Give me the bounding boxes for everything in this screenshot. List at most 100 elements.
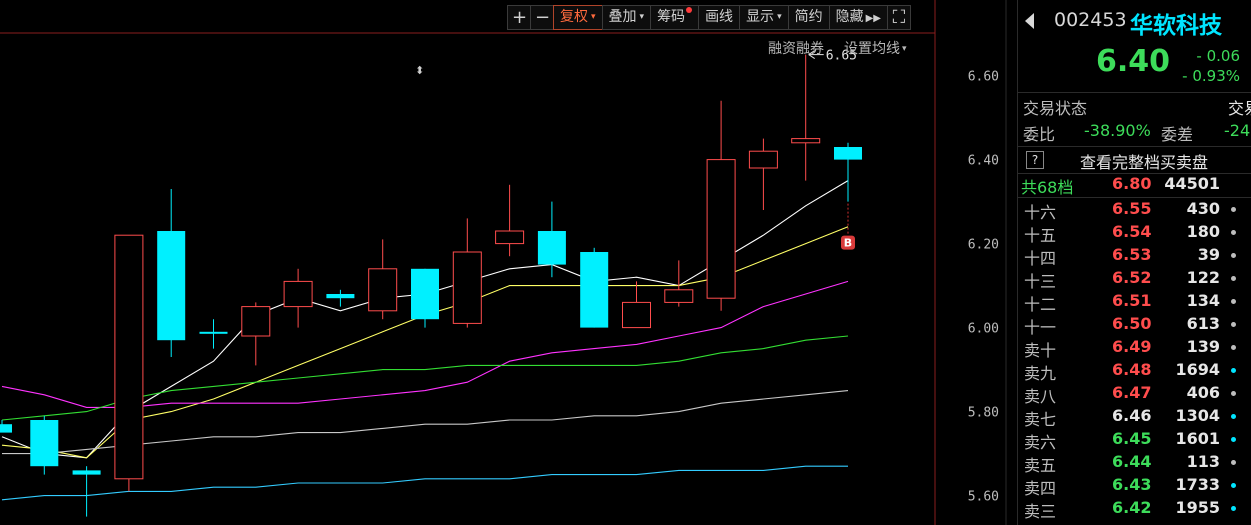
trade-status-value: 交易: [1228, 99, 1251, 118]
overlay-button[interactable]: 叠加 ▾: [601, 5, 652, 30]
order-level-row[interactable]: 十三 6.52 122: [1018, 267, 1251, 291]
order-diff-label: 委差: [1161, 125, 1194, 144]
margin-trading-link[interactable]: 融资融券: [768, 38, 824, 58]
candle-body: [199, 331, 228, 334]
simple-button[interactable]: 简约: [787, 5, 830, 30]
y-tick-label: 6.40: [968, 154, 999, 169]
level-volume: 1304: [1175, 406, 1220, 425]
level-dot-icon: [1231, 414, 1236, 419]
chevron-down-icon: ▾: [902, 44, 907, 54]
level-dot-icon: [1231, 506, 1236, 511]
adjust-button[interactable]: 复权 ▾: [553, 5, 603, 30]
help-icon[interactable]: ?: [1026, 151, 1044, 169]
chevron-down-icon: ▾: [777, 12, 782, 22]
level-volume: 1694: [1175, 360, 1220, 379]
display-button[interactable]: 显示 ▾: [739, 5, 789, 30]
order-level-row[interactable]: 卖十 6.49 139: [1018, 336, 1251, 360]
level-volume: 113: [1186, 452, 1220, 471]
level-price: 6.47: [1112, 383, 1152, 402]
y-tick-label: 5.60: [968, 490, 999, 505]
order-ratio-value: -38.90%: [1084, 121, 1151, 140]
chips-button[interactable]: 筹码: [650, 5, 700, 30]
order-level-row[interactable]: 卖九 6.48 1694: [1018, 359, 1251, 383]
kline-chart-panel[interactable]: 6.60 6.40 6.20 6.00 5.80 5.60 6.65 B + − 复权 ▾ 叠加 ▾ 筹码…: [0, 0, 1008, 525]
level-price: 6.54: [1112, 222, 1152, 241]
level-price: 6.80: [1112, 174, 1152, 193]
level-dot-icon: [1231, 276, 1236, 281]
candle-body: [452, 251, 482, 324]
collapse-arrow-icon[interactable]: [1025, 13, 1034, 29]
candle-body: [537, 231, 566, 265]
y-tick-label: 5.80: [968, 406, 999, 421]
hide-label: 隐藏: [835, 9, 864, 25]
order-level-row[interactable]: 卖五 6.44 113: [1018, 451, 1251, 475]
zoom-out-label: −: [535, 7, 551, 28]
level-price: 6.53: [1112, 245, 1152, 264]
level-price: 6.52: [1112, 268, 1152, 287]
order-level-row[interactable]: 卖七 6.46 1304: [1018, 405, 1251, 429]
order-ratio-row: 委比 -38.90% 委差 -24: [1018, 118, 1251, 144]
order-level-row[interactable]: 十五 6.54 180: [1018, 221, 1251, 245]
level-name: 卖四: [1024, 479, 1057, 498]
order-level-row[interactable]: 十六 6.55 430: [1018, 198, 1251, 222]
draw-line-button[interactable]: 画线: [698, 5, 741, 30]
candle-body: [72, 470, 101, 475]
level-volume: 134: [1186, 291, 1220, 310]
order-level-row[interactable]: 卖六 6.45 1601: [1018, 428, 1251, 452]
order-level-row[interactable]: 十四 6.53 39: [1018, 244, 1251, 268]
candle-body: [114, 234, 144, 480]
level-name: 十二: [1024, 295, 1057, 314]
candle-body: [30, 420, 59, 467]
level-price: 6.50: [1112, 314, 1152, 333]
candle-body: [0, 424, 12, 433]
zoom-in-button[interactable]: +: [507, 5, 531, 30]
level-dot-icon: [1231, 483, 1236, 488]
level-name: 十六: [1024, 203, 1057, 222]
ma-setting-link[interactable]: 设置均线 ▾: [844, 38, 907, 58]
zoom-out-button[interactable]: −: [530, 5, 554, 30]
simple-label: 简约: [794, 9, 823, 25]
level-price: 6.51: [1112, 291, 1152, 310]
full-order-book-button[interactable]: ? 查看完整档买卖盘: [1018, 146, 1251, 174]
level-volume: 406: [1186, 383, 1220, 402]
adjust-label: 复权: [560, 9, 588, 25]
level-volume: 44501: [1164, 174, 1220, 193]
hide-button[interactable]: 隐藏 ▶▶: [828, 5, 888, 30]
order-level-row[interactable]: 卖八 6.47 406: [1018, 382, 1251, 406]
fullscreen-button[interactable]: ⛶: [886, 5, 911, 30]
chips-label: 筹码: [657, 9, 686, 25]
level-name: 卖九: [1024, 364, 1057, 383]
stock-header: 002453 华软科技 6.40 - 0.06 - 0.93%: [1018, 0, 1251, 92]
level-price: 6.49: [1112, 337, 1152, 356]
candle-body: [157, 231, 186, 341]
order-level-row[interactable]: 卖四 6.43 1733: [1018, 474, 1251, 498]
order-level-row[interactable]: 共68档 6.80 44501: [1018, 173, 1251, 198]
level-dot-icon: [1231, 322, 1236, 327]
change-percent: - 0.93%: [1182, 67, 1240, 85]
candle-body: [495, 230, 525, 245]
candle-body: [622, 301, 651, 329]
price-change: - 0.06 - 0.93%: [1180, 46, 1240, 86]
candlestick-chart[interactable]: 6.606.406.206.005.805.606.65B: [0, 0, 1008, 525]
order-level-row[interactable]: 卖三 6.42 1955: [1018, 497, 1251, 521]
level-price: 6.42: [1112, 498, 1152, 517]
level-volume: 613: [1186, 314, 1220, 333]
level-price: 6.43: [1112, 475, 1152, 494]
order-book-levels: 共68档 6.80 44501 十六 6.55 430 十五 6.54 180 十四 6.53 39 十…: [1018, 173, 1251, 521]
display-label: 显示: [746, 9, 775, 25]
order-level-row[interactable]: 十一 6.50 613: [1018, 313, 1251, 337]
full-order-book-label: 查看完整档买卖盘: [1080, 153, 1209, 172]
stock-name: 华软科技: [1130, 13, 1222, 39]
y-tick-label: 6.60: [968, 70, 999, 85]
draw-line-label: 画线: [705, 9, 734, 25]
drag-handle-icon[interactable]: ⬍: [415, 64, 424, 77]
order-level-row[interactable]: 十二 6.51 134: [1018, 290, 1251, 314]
level-volume: 139: [1186, 337, 1220, 356]
candle-body: [834, 147, 862, 160]
level-volume: 1601: [1175, 429, 1220, 448]
chevron-down-icon: ▾: [591, 12, 596, 22]
order-diff-value: -24: [1224, 121, 1251, 140]
level-name: 卖三: [1024, 502, 1057, 521]
level-name: 十三: [1024, 272, 1057, 291]
candle-body: [664, 289, 694, 303]
